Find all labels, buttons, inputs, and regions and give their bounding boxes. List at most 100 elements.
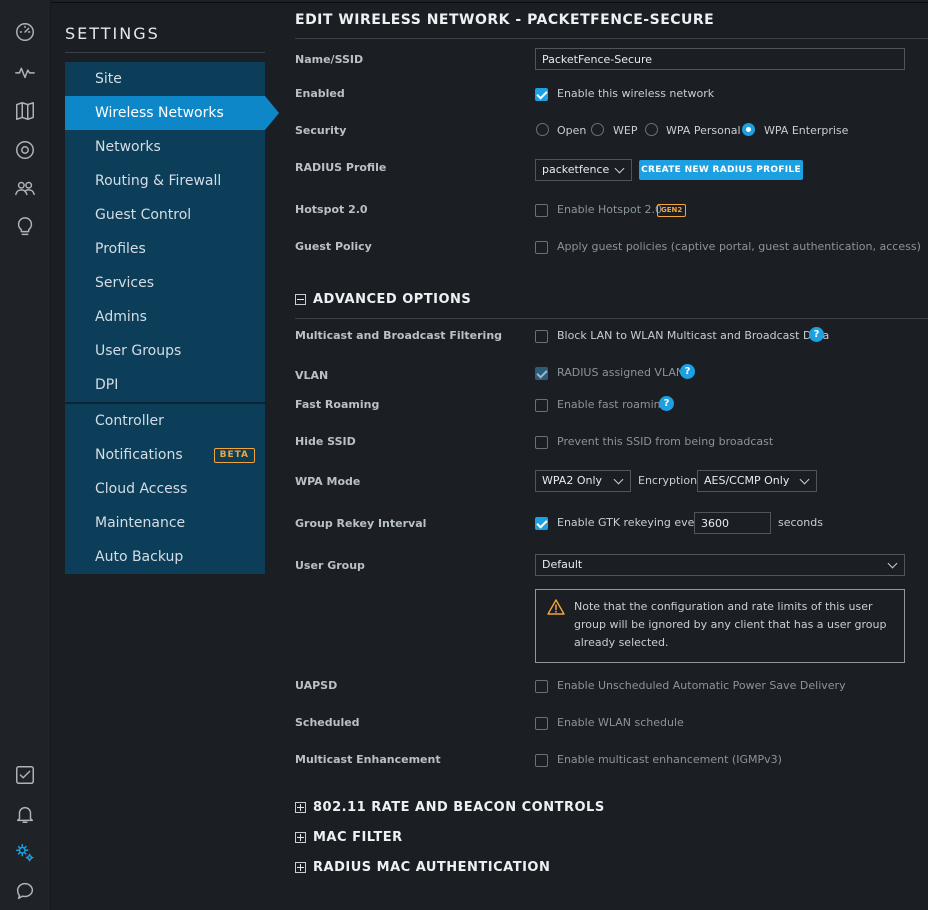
menu-item-routing-firewall[interactable]: Routing & Firewall	[65, 164, 265, 198]
chevron-down-icon	[799, 474, 810, 485]
hotspot-text: Enable Hotspot 2.0	[557, 203, 663, 216]
rate-beacon-section-toggle[interactable]: 802.11 RATE AND BEACON CONTROLS	[295, 800, 605, 815]
multicast-enhancement-text: Enable multicast enhancement (IGMPv3)	[557, 753, 782, 766]
menu-item-auto-backup[interactable]: Auto Backup	[65, 540, 265, 574]
alerts-checklist-icon[interactable]	[13, 763, 37, 787]
radius-profile-select[interactable]: packetfence	[535, 159, 632, 181]
security-radio-wep[interactable]	[591, 123, 604, 136]
vlan-checkbox[interactable]	[535, 367, 548, 380]
menu-item-site[interactable]: Site	[65, 62, 265, 96]
uapsd-checkbox[interactable]	[535, 680, 548, 693]
mac-filter-section-toggle[interactable]: MAC FILTER	[295, 830, 403, 845]
advanced-options-title: ADVANCED OPTIONS	[313, 292, 472, 307]
collapse-minus-icon	[295, 294, 306, 305]
chevron-down-icon	[614, 163, 625, 174]
user-group-select[interactable]: Default	[535, 554, 905, 576]
expand-plus-icon	[295, 832, 306, 843]
hotspot-label: Hotspot 2.0	[295, 203, 368, 216]
radius-profile-value: packetfence	[542, 163, 610, 176]
guest-policy-checkbox[interactable]	[535, 241, 548, 254]
guest-policy-text: Apply guest policies (captive portal, gu…	[557, 240, 921, 253]
chevron-down-icon	[613, 474, 624, 485]
group-rekey-label: Group Rekey Interval	[295, 517, 427, 530]
icon-rail	[0, 0, 51, 910]
settings-gear-icon[interactable]	[13, 841, 37, 865]
enabled-checkbox[interactable]	[535, 88, 548, 101]
user-group-value: Default	[542, 558, 583, 571]
advanced-divider	[295, 318, 928, 319]
rate-beacon-section-title: 802.11 RATE AND BEACON CONTROLS	[313, 800, 605, 815]
radius-mac-auth-section-title: RADIUS MAC AUTHENTICATION	[313, 860, 551, 875]
multicast-filter-label: Multicast and Broadcast Filtering	[295, 329, 503, 342]
wpa-mode-select[interactable]: WPA2 Only	[535, 470, 631, 492]
settings-divider	[65, 52, 265, 53]
vlan-label: VLAN	[295, 369, 329, 382]
security-radio-wpa-personal[interactable]	[645, 123, 658, 136]
dashboard-icon[interactable]	[13, 20, 37, 44]
menu-item-networks[interactable]: Networks	[65, 130, 265, 164]
ssid-input[interactable]	[535, 48, 905, 70]
multicast-filter-checkbox[interactable]	[535, 330, 548, 343]
advanced-options-toggle[interactable]: ADVANCED OPTIONS	[295, 292, 471, 307]
clients-icon[interactable]	[13, 176, 37, 200]
menu-item-notifications-label: Notifications	[95, 447, 183, 463]
menu-item-dpi[interactable]: DPI	[65, 368, 265, 402]
menu-item-wireless-networks[interactable]: Wireless Networks	[65, 96, 279, 130]
guest-policy-label: Guest Policy	[295, 240, 372, 253]
hide-ssid-label: Hide SSID	[295, 435, 356, 448]
encryption-value: AES/CCMP Only	[704, 474, 790, 487]
fast-roaming-checkbox[interactable]	[535, 399, 548, 412]
expand-plus-icon	[295, 802, 306, 813]
menu-item-guest-control[interactable]: Guest Control	[65, 198, 265, 232]
menu-item-cloud-access[interactable]: Cloud Access	[65, 472, 265, 506]
statistics-icon[interactable]	[13, 60, 37, 84]
devices-icon[interactable]	[13, 138, 37, 162]
wpa-mode-label: WPA Mode	[295, 475, 361, 488]
enabled-text: Enable this wireless network	[557, 87, 715, 100]
chat-support-icon[interactable]	[13, 879, 37, 903]
insights-icon[interactable]	[13, 215, 37, 239]
create-radius-profile-button[interactable]: CREATE NEW RADIUS PROFILE	[639, 160, 803, 180]
hotspot-checkbox[interactable]	[535, 204, 548, 217]
fast-roaming-label: Fast Roaming	[295, 398, 380, 411]
mac-filter-section-title: MAC FILTER	[313, 830, 403, 845]
scheduled-text: Enable WLAN schedule	[557, 716, 684, 729]
security-option-wep: WEP	[613, 124, 638, 137]
map-icon[interactable]	[13, 99, 37, 123]
expand-plus-icon	[295, 862, 306, 873]
help-icon[interactable]: ?	[809, 327, 824, 342]
help-icon[interactable]: ?	[659, 396, 674, 411]
menu-item-controller[interactable]: Controller	[65, 404, 265, 438]
security-radio-wpa-enterprise[interactable]	[742, 123, 755, 136]
menu-item-maintenance[interactable]: Maintenance	[65, 506, 265, 540]
radius-profile-label: RADIUS Profile	[295, 161, 387, 174]
multicast-filter-text: Block LAN to WLAN Multicast and Broadcas…	[557, 329, 830, 342]
radius-mac-auth-section-toggle[interactable]: RADIUS MAC AUTHENTICATION	[295, 860, 550, 875]
warning-text: Note that the configuration and rate lim…	[574, 600, 887, 649]
wpa-mode-value: WPA2 Only	[542, 474, 603, 487]
menu-item-notifications[interactable]: Notifications BETA	[65, 438, 265, 472]
scheduled-checkbox[interactable]	[535, 717, 548, 730]
settings-title: SETTINGS	[65, 24, 160, 43]
security-label: Security	[295, 124, 347, 137]
multicast-enhancement-checkbox[interactable]	[535, 754, 548, 767]
encryption-select[interactable]: AES/CCMP Only	[697, 470, 817, 492]
group-rekey-input[interactable]	[694, 512, 771, 534]
gen2-badge: GEN2	[657, 204, 687, 217]
page-title: EDIT WIRELESS NETWORK - PACKETFENCE-SECU…	[295, 12, 715, 28]
group-rekey-checkbox[interactable]	[535, 517, 548, 530]
menu-item-services[interactable]: Services	[65, 266, 265, 300]
hide-ssid-checkbox[interactable]	[535, 436, 548, 449]
menu-item-profiles[interactable]: Profiles	[65, 232, 265, 266]
menu-item-user-groups[interactable]: User Groups	[65, 334, 265, 368]
group-rekey-unit: seconds	[778, 516, 823, 529]
group-rekey-text: Enable GTK rekeying every	[557, 516, 706, 529]
help-icon[interactable]: ?	[680, 364, 695, 379]
menu-item-admins[interactable]: Admins	[65, 300, 265, 334]
events-bell-icon[interactable]	[13, 802, 37, 826]
uapsd-text: Enable Unscheduled Automatic Power Save …	[557, 679, 846, 692]
scheduled-label: Scheduled	[295, 716, 360, 729]
security-radio-open[interactable]	[536, 123, 549, 136]
title-divider	[295, 38, 928, 39]
settings-menu: Site Wireless Networks Networks Routing …	[65, 62, 279, 574]
